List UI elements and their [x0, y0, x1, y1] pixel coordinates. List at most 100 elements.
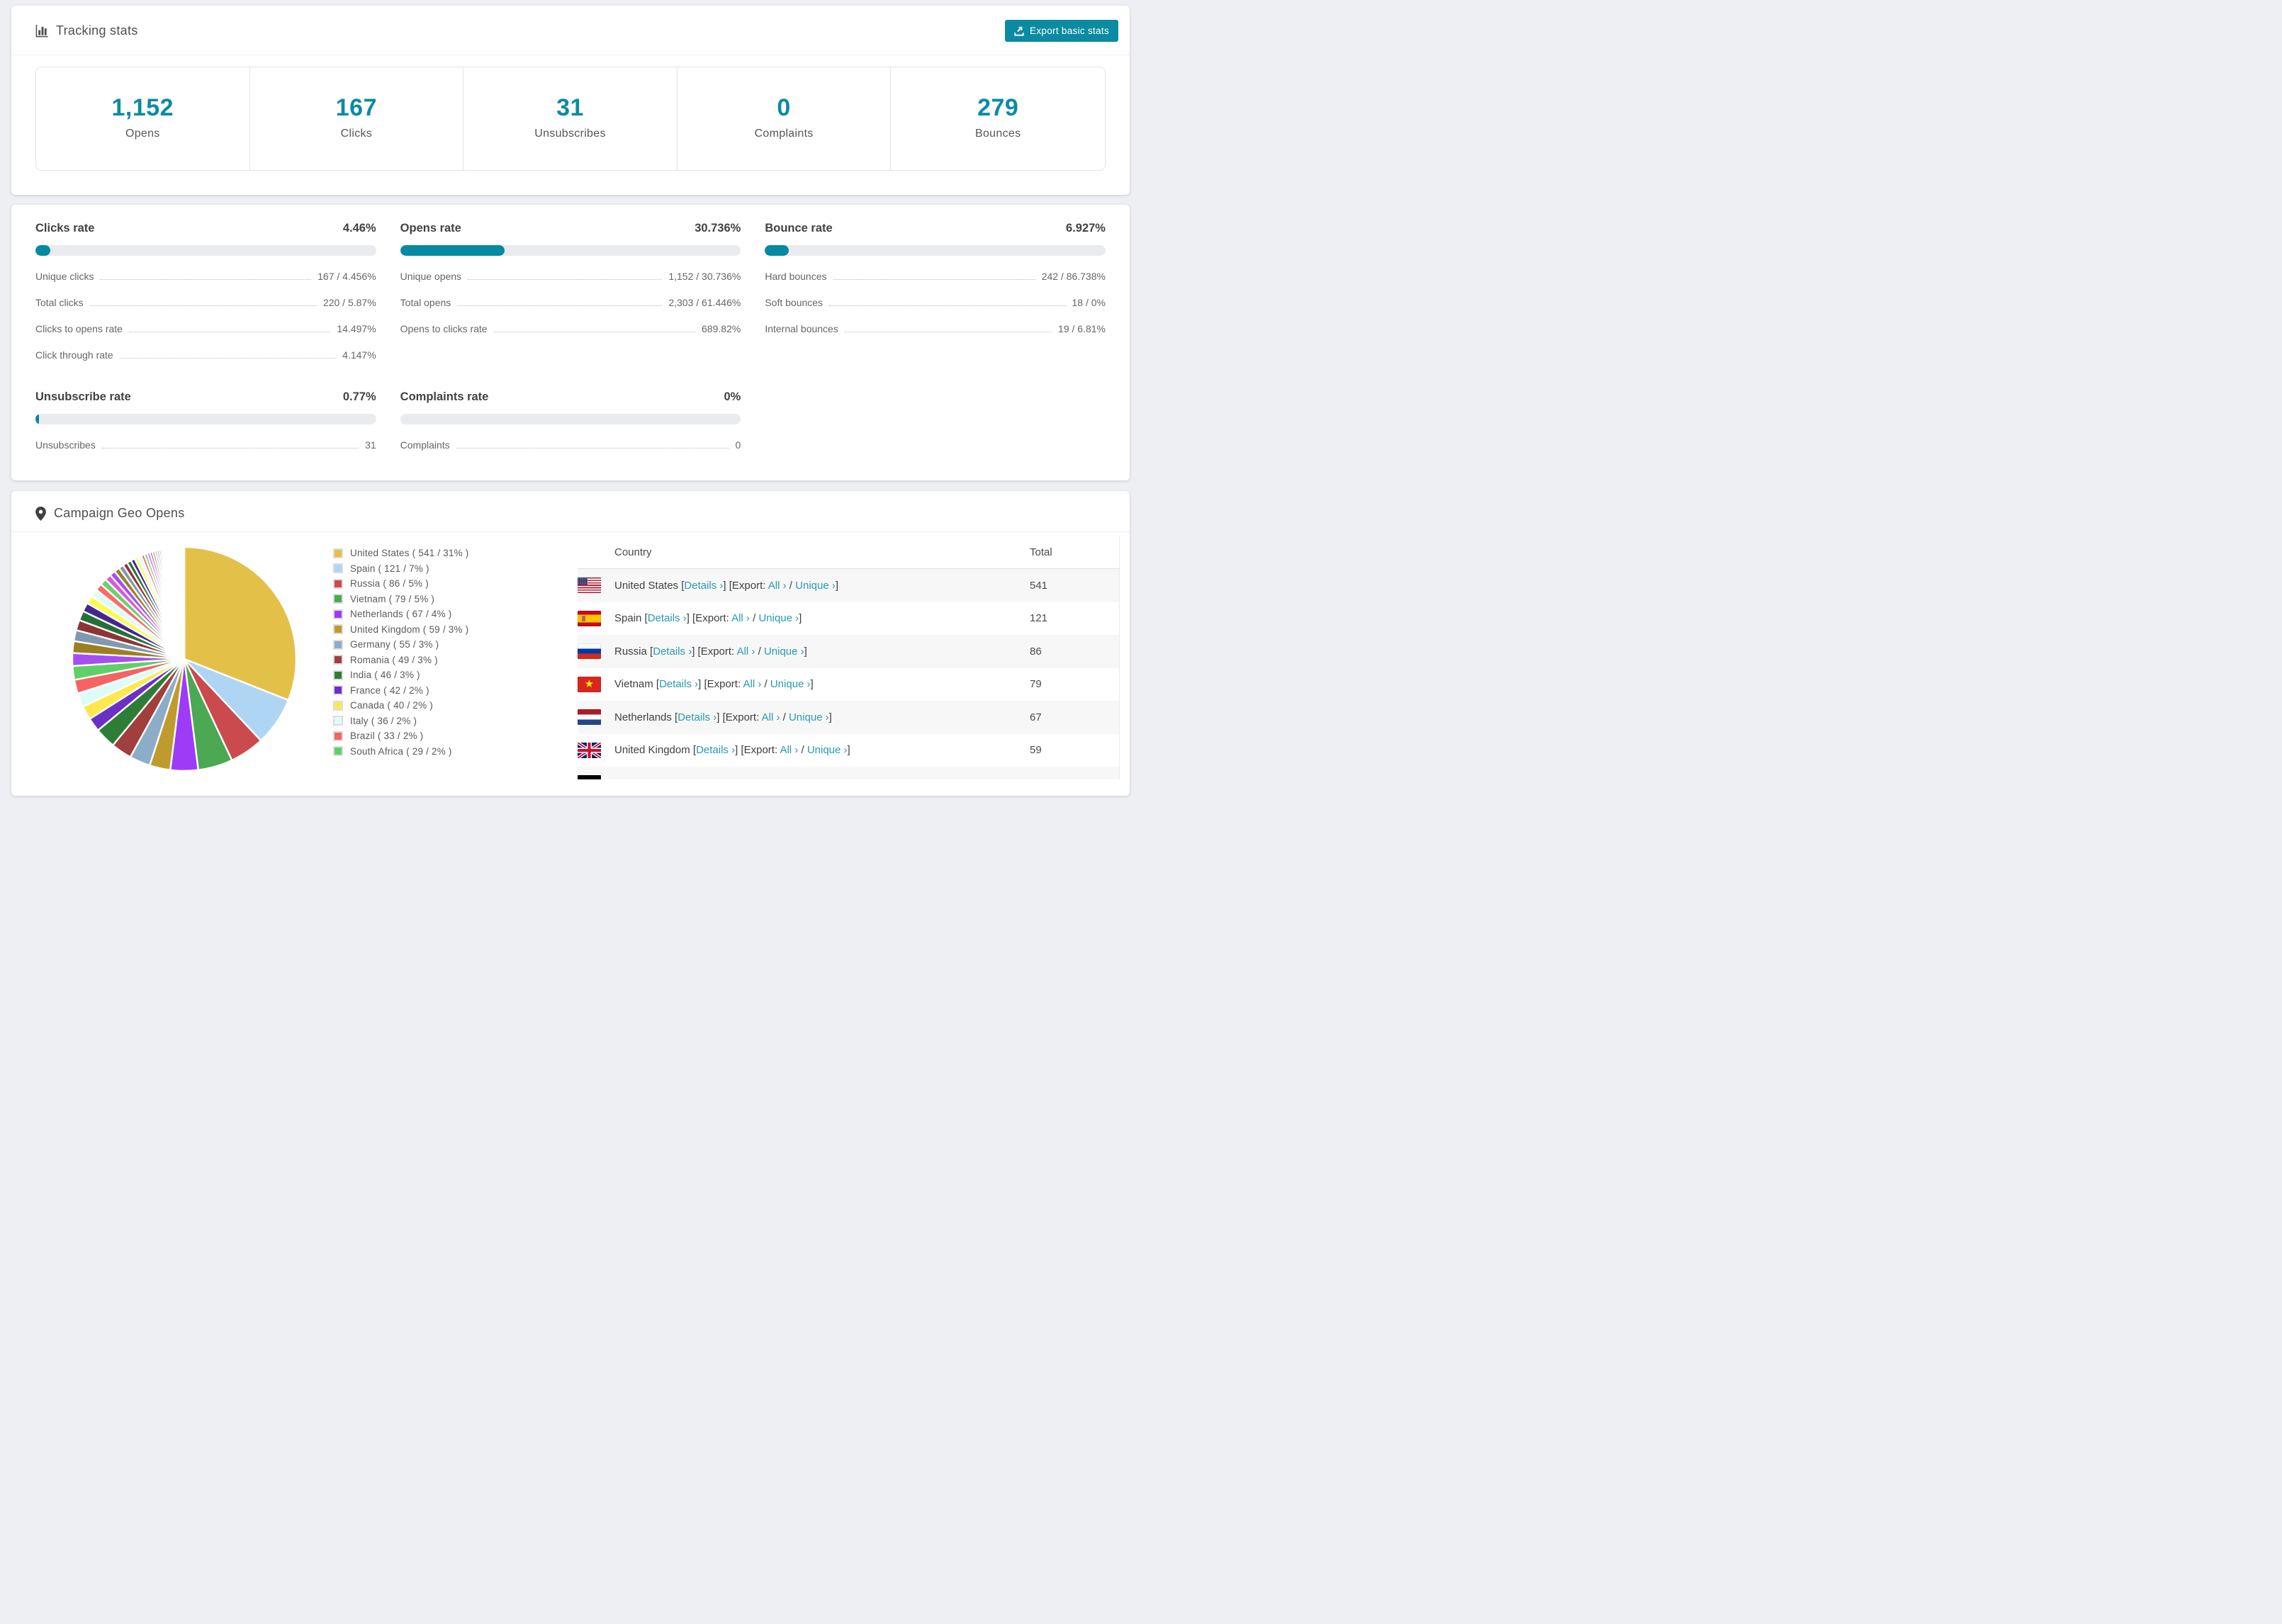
legend-label-spain: Spain ( 121 / 7% ) — [350, 563, 429, 574]
rate-row-unsubscribes: Unsubscribes 31 — [35, 439, 376, 451]
rate-row-unique-opens: Unique opens 1,152 / 30.736% — [400, 271, 741, 282]
geo-table-header-country: Country — [614, 546, 652, 558]
rate-row-value: 242 / 86.738% — [1041, 271, 1106, 282]
rate-row-label: Complaints — [400, 439, 450, 451]
map-pin-icon — [35, 506, 46, 521]
legend-label-united-states: United States ( 541 / 31% ) — [350, 548, 469, 558]
geo-country-text: United States [Details ›] [Export: All ›… — [614, 579, 839, 592]
details-link-spain[interactable]: Details › — [648, 612, 687, 624]
flag-es — [578, 610, 601, 626]
geo-table-row-russia: Russia [Details ›] [Export: All › / Uniq… — [578, 635, 1119, 668]
geo-country-cell: Russia [Details ›] [Export: All › / Uniq… — [578, 643, 1030, 660]
rate-row-label: Unsubscribes — [35, 439, 96, 451]
bar-chart-icon — [35, 24, 48, 38]
geo-table-row-spain: Spain [Details ›] [Export: All › / Uniqu… — [578, 602, 1119, 636]
rate-row-label: Unique opens — [400, 271, 462, 282]
legend-swatch-brazil — [333, 731, 343, 741]
rate-row-label: Opens to clicks rate — [400, 323, 488, 334]
rate-title-complaints-rate: Complaints rate — [400, 390, 489, 403]
flag-us — [578, 577, 601, 594]
export-all-link-united-states[interactable]: All › — [768, 580, 787, 592]
geo-country-cell: Netherlands [Details ›] [Export: All › /… — [578, 709, 1030, 726]
stat-clicks: 167 Clicks — [250, 67, 464, 170]
flag-ru — [578, 643, 601, 660]
dotted-leader — [829, 305, 1066, 306]
dotted-leader — [119, 358, 337, 359]
rate-row-label: Clicks to opens rate — [35, 323, 123, 334]
geo-table-row-netherlands: Netherlands [Details ›] [Export: All › /… — [578, 701, 1119, 734]
rate-title-bounce-rate: Bounce rate — [765, 222, 833, 235]
stat-unsubscribes: 31 Unsubscribes — [463, 67, 678, 170]
legend-swatch-germany — [333, 639, 343, 650]
export-unique-link-vietnam[interactable]: Unique › — [770, 678, 811, 690]
legend-swatch-united-kingdom — [333, 624, 343, 634]
rate-block-unsubscribe-rate: Unsubscribe rate 0.77% Unsubscribes 31 — [35, 390, 376, 451]
legend-label-netherlands: Netherlands ( 67 / 4% ) — [350, 609, 452, 619]
stat-bounces: 279 Bounces — [891, 67, 1105, 170]
legend-label-united-kingdom: United Kingdom ( 59 / 3% ) — [350, 624, 469, 635]
details-link-united-kingdom[interactable]: Details › — [696, 744, 735, 756]
geo-country-cell: Vietnam [Details ›] [Export: All › / Uni… — [578, 676, 1030, 692]
geo-country-text: United Kingdom [Details ›] [Export: All … — [614, 744, 850, 757]
details-link-united-states[interactable]: Details › — [684, 580, 723, 592]
legend-swatch-spain — [333, 563, 343, 573]
rate-row-value: 0 — [735, 439, 741, 451]
rate-row-complaints: Complaints 0 — [400, 439, 741, 451]
dotted-leader — [89, 305, 317, 306]
rate-row-value: 2,303 / 61.446% — [668, 297, 741, 308]
rate-row-total-opens: Total opens 2,303 / 61.446% — [400, 297, 741, 308]
stat-label-clicks: Clicks — [340, 128, 373, 140]
export-all-link-netherlands[interactable]: All › — [762, 711, 780, 723]
geo-total-cell: 86 — [1030, 645, 1042, 658]
legend-label-vietnam: Vietnam ( 79 / 5% ) — [350, 593, 435, 604]
geo-total-cell: 541 — [1030, 579, 1048, 592]
stat-label-opens: Opens — [125, 128, 160, 140]
legend-item-netherlands: Netherlands ( 67 / 4% ) — [333, 609, 578, 619]
details-link-netherlands[interactable]: Details › — [678, 711, 716, 723]
stat-value-bounces: 279 — [977, 94, 1019, 121]
progress-bar-complaints-rate — [400, 414, 741, 424]
legend-swatch-south-africa — [333, 746, 343, 756]
rate-block-clicks-rate: Clicks rate 4.46% Unique clicks 167 / 4.456… — [35, 222, 376, 361]
export-unique-link-united-states[interactable]: Unique › — [795, 580, 836, 592]
dotted-leader — [833, 279, 1035, 280]
legend-item-canada: Canada ( 40 / 2% ) — [333, 700, 578, 711]
export-unique-link-spain[interactable]: Unique › — [758, 612, 799, 624]
rate-title-opens-rate: Opens rate — [400, 222, 461, 235]
legend-label-south-africa: South Africa ( 29 / 2% ) — [350, 745, 452, 757]
details-link-vietnam[interactable]: Details › — [659, 678, 698, 690]
legend-label-india: India ( 46 / 3% ) — [350, 670, 420, 680]
dotted-leader — [456, 448, 729, 449]
export-unique-link-netherlands[interactable]: Unique › — [789, 711, 829, 723]
geo-table-row-vietnam: Vietnam [Details ›] [Export: All › / Uni… — [578, 668, 1119, 701]
stat-opens: 1,152 Opens — [36, 67, 250, 170]
stat-label-complaints: Complaints — [754, 128, 814, 140]
rates-row-2: Unsubscribe rate 0.77% Unsubscribes 31 Compl… — [35, 390, 1106, 451]
progress-fill-opens-rate — [400, 245, 505, 256]
rate-row-label: Click through rate — [35, 349, 113, 361]
stat-value-complaints: 0 — [777, 94, 791, 121]
export-unique-link-russia[interactable]: Unique › — [764, 645, 804, 658]
details-link-russia[interactable]: Details › — [653, 645, 692, 658]
progress-fill-unsubscribe-rate — [35, 414, 39, 424]
export-unique-link-united-kingdom[interactable]: Unique › — [807, 744, 848, 756]
rates-card: Clicks rate 4.46% Unique clicks 167 / 4.456… — [11, 205, 1130, 480]
legend-item-vietnam: Vietnam ( 79 / 5% ) — [333, 594, 578, 604]
export-all-link-spain[interactable]: All › — [731, 612, 750, 624]
export-basic-stats-button[interactable]: Export basic stats — [1005, 20, 1118, 42]
legend-swatch-canada — [333, 700, 343, 711]
progress-bar-clicks-rate — [35, 245, 376, 256]
geo-table-row-partial — [578, 767, 1119, 779]
flag-vn — [578, 676, 601, 692]
rate-row-value: 31 — [365, 439, 376, 451]
rate-row-value: 14.497% — [337, 323, 376, 334]
export-all-link-vietnam[interactable]: All › — [743, 678, 761, 690]
flag-de — [578, 775, 601, 779]
geo-country-text: Vietnam [Details ›] [Export: All › / Uni… — [614, 678, 814, 691]
stat-label-unsubscribes: Unsubscribes — [534, 128, 606, 140]
legend-swatch-romania — [333, 655, 343, 665]
rate-value-clicks-rate: 4.46% — [342, 222, 376, 235]
export-all-link-united-kingdom[interactable]: All › — [780, 744, 798, 756]
rate-block-opens-rate: Opens rate 30.736% Unique opens 1,152 / 30.… — [400, 222, 741, 361]
export-all-link-russia[interactable]: All › — [737, 645, 755, 658]
